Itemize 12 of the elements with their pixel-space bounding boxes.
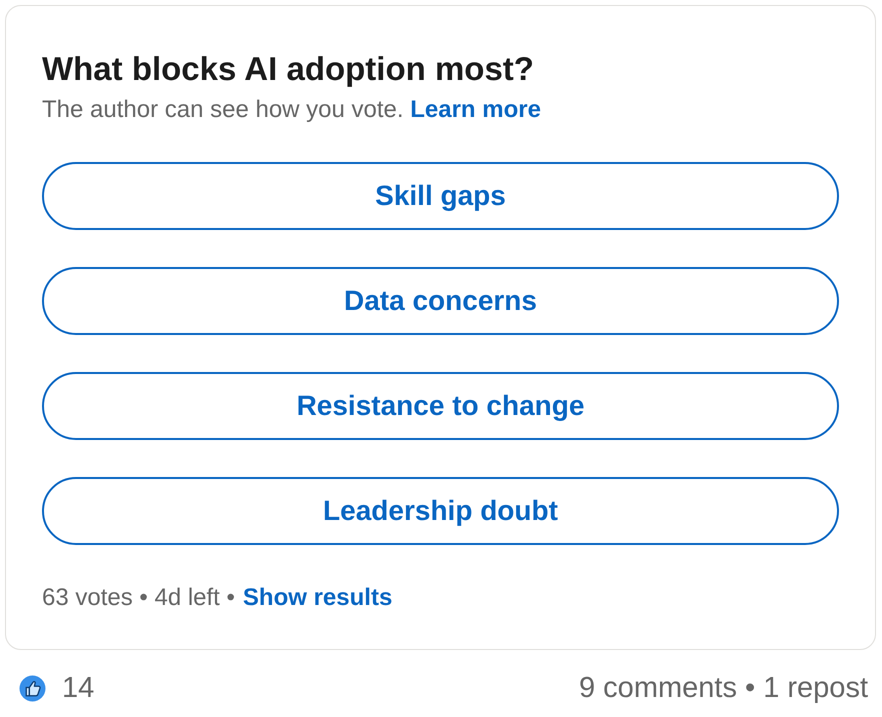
poll-option-button[interactable]: Leadership doubt bbox=[42, 477, 839, 545]
reaction-count[interactable]: 14 bbox=[62, 671, 94, 705]
poll-option-button[interactable]: Resistance to change bbox=[42, 372, 839, 440]
comments-reposts-count[interactable]: 9 comments • 1 repost bbox=[579, 671, 868, 705]
poll-option-button[interactable]: Skill gaps bbox=[42, 162, 839, 230]
poll-question: What blocks AI adoption most? bbox=[42, 49, 535, 89]
learn-more-link[interactable]: Learn more bbox=[410, 96, 541, 123]
poll-option-button[interactable]: Data concerns bbox=[42, 267, 839, 335]
poll-stats: 63 votes • 4d left • bbox=[42, 583, 235, 613]
like-reaction-icon bbox=[19, 674, 46, 702]
vote-visibility-notice: The author can see how you vote. Learn more bbox=[42, 95, 542, 125]
show-results-link[interactable]: Show results bbox=[242, 583, 392, 613]
